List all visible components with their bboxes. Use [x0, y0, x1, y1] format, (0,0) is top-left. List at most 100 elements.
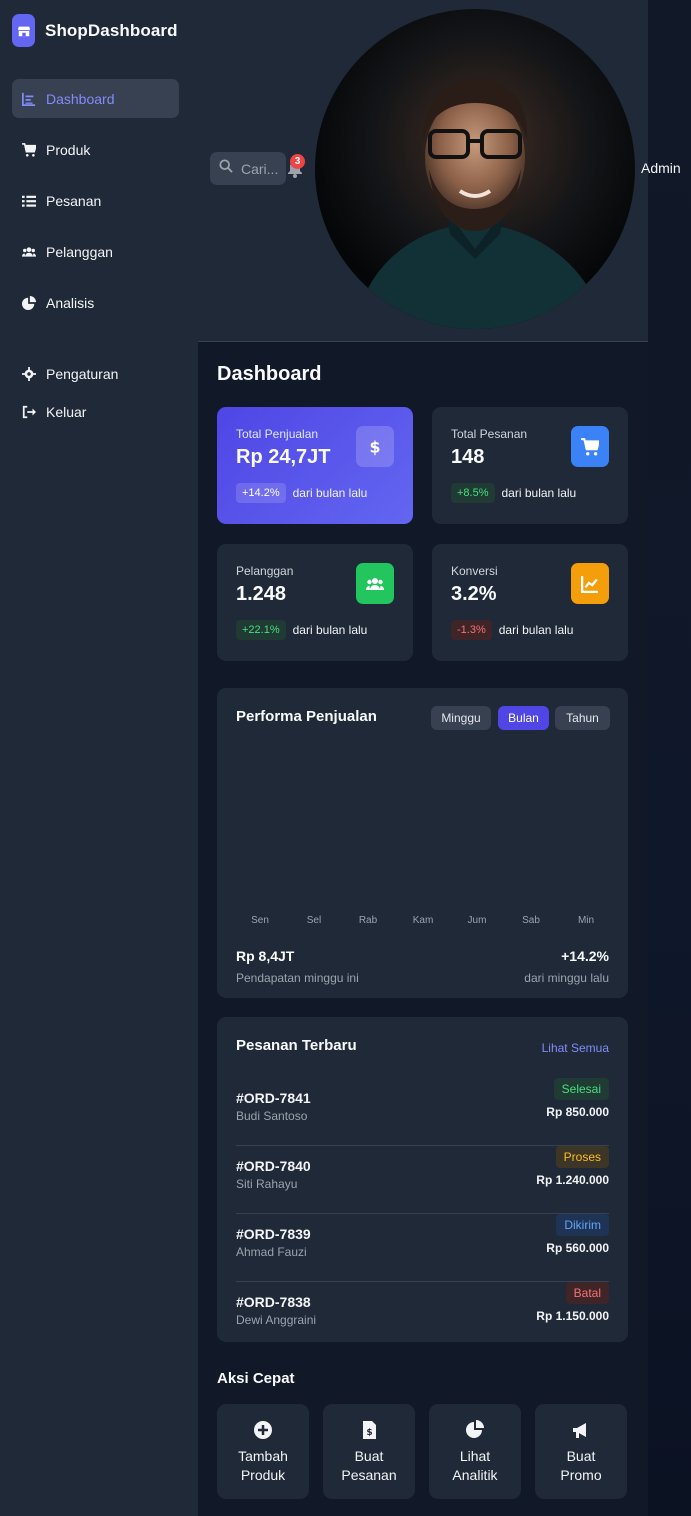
users-icon: [356, 563, 394, 604]
page-background: [648, 0, 691, 1516]
sidebar-item-label: Pengaturan: [46, 365, 119, 382]
status-badge: Batal: [565, 1282, 609, 1304]
stat-label: Konversi: [451, 564, 498, 578]
quick-action-label: Buat Pesanan: [341, 1448, 397, 1483]
weekly-revenue-value: Rp 8,4JT: [236, 948, 295, 964]
day-label: Jum: [467, 915, 487, 926]
avatar[interactable]: [315, 9, 635, 329]
stat-card-total-penjualan[interactable]: Total Penjualan Rp 24,7JT $ +14.2% dari …: [217, 407, 413, 524]
top-header: Cari... 3 Admin: [198, 0, 681, 342]
status-badge: Selesai: [553, 1078, 609, 1100]
stat-value: Rp 24,7JT: [236, 446, 331, 468]
trend-note: dari bulan lalu: [292, 486, 368, 500]
view-analytics-button[interactable]: Lihat Analitik: [429, 1404, 521, 1499]
plus-circle-icon: [254, 1421, 272, 1439]
stat-value: 148: [451, 446, 485, 468]
order-customer: Ahmad Fauzi: [236, 1245, 307, 1259]
sidebar: ShopDashboard Dashboard Produk Pesanan P…: [0, 0, 198, 1516]
day-label: Sen: [251, 915, 269, 926]
search-input[interactable]: Cari...: [210, 152, 286, 185]
order-row[interactable]: #ORD-7840 Siti Rahayu Proses Rp 1.240.00…: [236, 1146, 609, 1214]
order-amount: Rp 560.000: [546, 1241, 609, 1255]
trend-badge: +14.2%: [236, 483, 286, 503]
view-all-link[interactable]: Lihat Semua: [542, 1041, 609, 1055]
stat-label: Total Penjualan: [236, 427, 319, 441]
logout-icon: [22, 405, 36, 419]
sidebar-item-label: Analisis: [46, 294, 95, 311]
chart-icon: [22, 92, 36, 106]
create-order-button[interactable]: $ Buat Pesanan: [323, 1404, 415, 1499]
cart-icon: [571, 426, 609, 467]
order-amount: Rp 850.000: [546, 1105, 609, 1119]
stat-value: 1.248: [236, 583, 287, 605]
search-icon: [219, 159, 233, 178]
order-customer: Dewi Anggraini: [236, 1313, 317, 1327]
day-label: Rab: [358, 915, 378, 926]
search-placeholder: Cari...: [241, 160, 279, 177]
order-row[interactable]: #ORD-7841 Budi Santoso Selesai Rp 850.00…: [236, 1078, 609, 1146]
day-label: Kam: [412, 915, 434, 926]
sidebar-item-pelanggan[interactable]: Pelanggan: [12, 232, 179, 271]
day-label: Sel: [306, 915, 322, 926]
panel-title: Performa Penjualan: [236, 708, 377, 725]
notification-badge: 3: [290, 154, 305, 169]
stat-trend: +8.5% dari bulan lalu: [451, 483, 576, 503]
sales-performance-panel: Performa Penjualan Minggu Bulan Tahun Se…: [217, 688, 628, 998]
trend-note: dari bulan lalu: [292, 623, 368, 637]
order-id: #ORD-7838: [236, 1294, 311, 1310]
sidebar-item-produk[interactable]: Produk: [12, 130, 179, 169]
order-id: #ORD-7839: [236, 1226, 311, 1242]
sidebar-item-pesanan[interactable]: Pesanan: [12, 181, 179, 220]
status-badge: Proses: [555, 1146, 609, 1168]
brand-name: ShopDashboard: [45, 20, 178, 40]
order-amount: Rp 1.150.000: [536, 1309, 609, 1323]
stat-trend: -1.3% dari bulan lalu: [451, 620, 573, 640]
period-minggu-button[interactable]: Minggu: [431, 706, 491, 730]
add-product-button[interactable]: Tambah Produk: [217, 1404, 309, 1499]
day-label: Min: [577, 915, 595, 926]
period-bulan-button[interactable]: Bulan: [498, 706, 549, 730]
stat-label: Pelanggan: [236, 564, 294, 578]
weekly-revenue-label: Pendapatan minggu ini: [236, 971, 359, 985]
stat-label: Total Pesanan: [451, 427, 528, 441]
order-customer: Siti Rahayu: [236, 1177, 298, 1191]
cart-icon: [22, 142, 36, 157]
sidebar-item-analisis[interactable]: Analisis: [12, 283, 179, 322]
trend-note: dari bulan lalu: [498, 623, 574, 637]
quick-action-label: Tambah Produk: [238, 1448, 288, 1483]
trend-note: dari bulan lalu: [501, 486, 577, 500]
stat-card-total-pesanan[interactable]: Total Pesanan 148 +8.5% dari bulan lalu: [432, 407, 628, 524]
stat-trend: +14.2% dari bulan lalu: [236, 483, 367, 503]
order-amount: Rp 1.240.000: [536, 1173, 609, 1187]
pie-icon: [22, 295, 36, 310]
day-label: Sab: [522, 915, 540, 926]
weekly-revenue-change: +14.2%: [561, 948, 609, 964]
main-content: Dashboard Total Penjualan Rp 24,7JT $ +1…: [198, 343, 648, 1516]
recent-orders-panel: Pesanan Terbaru Lihat Semua #ORD-7841 Bu…: [217, 1017, 628, 1342]
sidebar-item-pengaturan[interactable]: Pengaturan: [12, 354, 179, 393]
order-row[interactable]: #ORD-7839 Ahmad Fauzi Dikirim Rp 560.000: [236, 1214, 609, 1282]
order-customer: Budi Santoso: [236, 1109, 308, 1123]
period-tahun-button[interactable]: Tahun: [555, 706, 610, 730]
page-title: Dashboard: [217, 363, 322, 385]
stat-value: 3.2%: [451, 583, 497, 605]
sidebar-item-dashboard[interactable]: Dashboard: [12, 79, 179, 118]
order-row[interactable]: #ORD-7838 Dewi Anggraini Batal Rp 1.150.…: [236, 1282, 609, 1350]
sidebar-item-label: Keluar: [46, 403, 87, 420]
quick-actions-title: Aksi Cepat: [217, 1370, 295, 1387]
trend-badge: -1.3%: [451, 620, 492, 640]
brand[interactable]: ShopDashboard: [12, 14, 178, 47]
sidebar-item-label: Pesanan: [46, 192, 102, 209]
stat-card-pelanggan[interactable]: Pelanggan 1.248 +22.1% dari bulan lalu: [217, 544, 413, 661]
pie-icon: [466, 1420, 484, 1438]
sidebar-item-label: Pelanggan: [46, 243, 113, 260]
stat-card-konversi[interactable]: Konversi 3.2% -1.3% dari bulan lalu: [432, 544, 628, 661]
trend-badge: +22.1%: [236, 620, 286, 640]
user-name[interactable]: Admin: [641, 160, 681, 176]
order-id: #ORD-7841: [236, 1090, 311, 1106]
quick-action-label: Lihat Analitik: [452, 1448, 498, 1483]
create-promo-button[interactable]: Buat Promo: [535, 1404, 627, 1499]
quick-action-label: Buat Promo: [560, 1448, 602, 1483]
svg-text:$: $: [366, 1428, 372, 1438]
sidebar-item-keluar[interactable]: Keluar: [12, 392, 179, 431]
